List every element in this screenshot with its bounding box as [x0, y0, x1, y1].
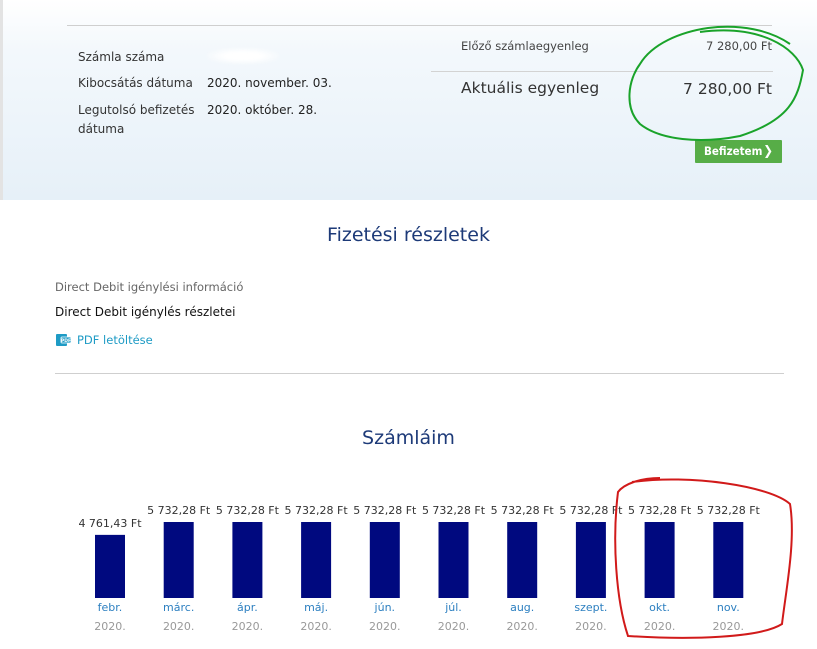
chart-value-label: 4 761,43 Ft [78, 517, 142, 530]
chart-bar [713, 522, 744, 598]
chart-bar [575, 522, 606, 598]
chart-bar [232, 522, 263, 598]
chart-bar [644, 522, 675, 598]
previous-balance-label: Előző számlaegyenleg [461, 39, 589, 53]
chart-month-label: aug. [510, 601, 534, 614]
chart-year-label: 2020. [300, 620, 332, 633]
chart-value-label: 5 732,28 Ft [628, 504, 692, 517]
chevron-right-icon: ❯ [763, 144, 773, 159]
chart-value-label: 5 732,28 Ft [216, 504, 280, 517]
chart-value-label: 5 732,28 Ft [697, 504, 761, 517]
chart-year-label: 2020. [232, 620, 264, 633]
issue-date-value: 2020. november. 03. [207, 76, 332, 90]
chart-year-label: 2020. [163, 620, 195, 633]
pdf-icon: PDF [56, 334, 72, 346]
previous-balance-amount: 7 280,00 Ft [706, 39, 772, 53]
direct-debit-info: Direct Debit igénylési információ [55, 280, 244, 294]
payment-details-title: Fizetési részletek [327, 224, 490, 246]
balance-divider [431, 71, 773, 72]
invoices-chart: 4 761,43 Ft febr. 2020. 5 732,28 Ft márc. 202… [0, 460, 817, 649]
pay-button-label: Befizetem [704, 144, 763, 158]
chart-bar [369, 522, 400, 598]
chart-value-label: 5 732,28 Ft [147, 504, 211, 517]
pdf-download-link[interactable]: PDF PDF letöltése [55, 332, 153, 347]
invoices-chart-svg: 4 761,43 Ft febr. 2020. 5 732,28 Ft márc. 202… [78, 504, 761, 633]
issue-date-label: Kibocsátás dátuma [78, 76, 193, 90]
account-summary-panel [0, 0, 817, 200]
chart-bar [95, 534, 125, 598]
last-payment-label-line2: dátuma [78, 122, 125, 136]
chart-month-label: máj. [304, 601, 328, 614]
chart-month-label: júl. [444, 601, 462, 614]
chart-month-label: febr. [98, 601, 123, 614]
left-edge-divider [0, 0, 3, 200]
chart-bar [507, 522, 538, 598]
chart-month-label: nov. [717, 601, 740, 614]
section-divider [55, 373, 784, 374]
chart-month-label: okt. [649, 601, 670, 614]
account-number-redacted [207, 48, 279, 64]
top-divider [67, 25, 772, 26]
chart-year-label: 2020. [506, 620, 538, 633]
svg-text:PDF: PDF [61, 338, 71, 344]
chart-year-label: 2020. [575, 620, 607, 633]
chart-year-label: 2020. [713, 620, 745, 633]
chart-bar [301, 522, 332, 598]
chart-value-label: 5 732,28 Ft [491, 504, 555, 517]
chart-month-label: ápr. [237, 601, 258, 614]
chart-year-label: 2020. [369, 620, 401, 633]
chart-year-label: 2020. [438, 620, 470, 633]
last-payment-value: 2020. október. 28. [207, 103, 318, 117]
current-balance-label: Aktuális egyenleg [461, 79, 600, 97]
chart-month-label: szept. [574, 601, 607, 614]
account-number-label: Számla száma [78, 50, 165, 64]
chart-value-label: 5 732,28 Ft [559, 504, 623, 517]
current-balance-amount: 7 280,00 Ft [683, 80, 772, 98]
last-payment-label: Legutolsó befizetés [78, 103, 195, 117]
direct-debit-details: Direct Debit igénylés részletei [55, 305, 236, 319]
chart-value-label: 5 732,28 Ft [422, 504, 486, 517]
chart-year-label: 2020. [94, 620, 126, 633]
chart-year-label: 2020. [644, 620, 676, 633]
chart-value-label: 5 732,28 Ft [353, 504, 417, 517]
chart-month-label: márc. [163, 601, 194, 614]
chart-value-label: 5 732,28 Ft [285, 504, 349, 517]
invoices-title: Számláim [362, 427, 455, 449]
chart-bar [163, 522, 194, 598]
chart-bar [438, 522, 469, 598]
chart-month-label: jún. [374, 601, 396, 614]
pdf-download-label: PDF letöltése [77, 332, 153, 347]
pay-button[interactable]: Befizetem ❯ [695, 140, 782, 163]
